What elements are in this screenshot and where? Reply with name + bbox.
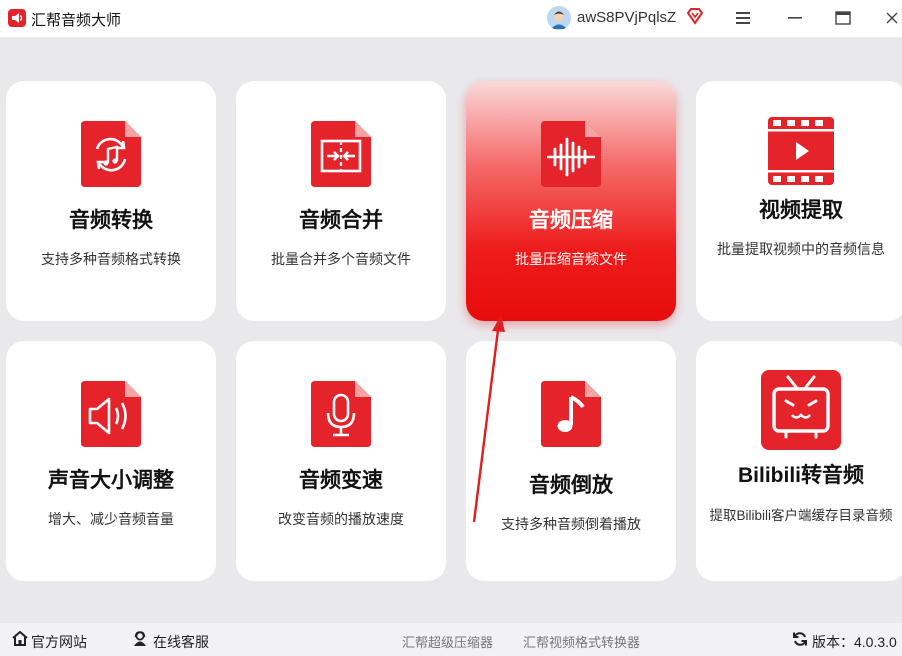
super-compressor-link[interactable]: 汇帮超级压缩器	[402, 632, 493, 651]
maximize-icon[interactable]	[831, 6, 855, 30]
card-desc: 批量合并多个音频文件	[271, 251, 411, 267]
card-desc: 批量压缩音频文件	[515, 251, 627, 267]
volume-icon	[79, 379, 143, 454]
card-video-extract[interactable]: 视频提取 批量提取视频中的音频信息	[696, 81, 902, 321]
user-name[interactable]: awS8PVjPqlsZ	[577, 9, 676, 26]
card-title: 音频变速	[299, 469, 383, 492]
card-audio-reverse[interactable]: 音频倒放 支持多种音频倒着播放	[466, 341, 676, 581]
card-title: 声音大小调整	[48, 469, 174, 492]
audio-convert-icon	[79, 119, 143, 194]
app-logo-icon	[8, 9, 26, 27]
menu-icon[interactable]	[731, 6, 755, 30]
card-desc: 改变音频的播放速度	[278, 511, 404, 527]
card-audio-speed[interactable]: 音频变速 改变音频的播放速度	[236, 341, 446, 581]
title-bar: 汇帮音频大师 awS8PVjPqlsZ	[0, 0, 902, 37]
bilibili-tv-icon	[760, 369, 842, 456]
card-title: 视频提取	[759, 199, 843, 222]
customer-service-icon[interactable]	[132, 631, 148, 652]
official-website-link[interactable]: 官方网站	[31, 632, 87, 652]
close-icon[interactable]	[880, 6, 902, 30]
card-title: 音频倒放	[529, 474, 613, 497]
card-title: 音频转换	[69, 209, 153, 232]
user-avatar[interactable]	[547, 6, 571, 30]
card-title: Bilibili转音频	[738, 464, 864, 487]
card-volume-adjust[interactable]: 声音大小调整 增大、减少音频音量	[6, 341, 216, 581]
audio-compress-icon	[539, 119, 603, 194]
card-title: 音频压缩	[529, 209, 613, 232]
card-bilibili-audio[interactable]: Bilibili转音频 提取Bilibili客户端缓存目录音频	[696, 341, 902, 581]
card-desc: 提取Bilibili客户端缓存目录音频	[709, 508, 893, 523]
card-title: 音频合并	[299, 209, 383, 232]
card-audio-merge[interactable]: 音频合并 批量合并多个音频文件	[236, 81, 446, 321]
card-desc: 支持多种音频格式转换	[41, 251, 181, 267]
audio-merge-icon	[309, 119, 373, 194]
online-service-link[interactable]: 在线客服	[153, 632, 209, 652]
footer-bar: 官方网站 在线客服 汇帮超级压缩器 汇帮视频格式转换器 版本：4.0.3.0	[0, 623, 902, 656]
card-desc: 支持多种音频倒着播放	[501, 516, 641, 532]
refresh-icon[interactable]	[792, 631, 808, 652]
video-extract-icon	[766, 115, 836, 192]
card-audio-convert[interactable]: 音频转换 支持多种音频格式转换	[6, 81, 216, 321]
card-audio-compress[interactable]: 音频压缩 批量压缩音频文件	[466, 81, 676, 321]
version-label: 版本：4.0.3.0	[812, 634, 897, 650]
music-note-icon	[539, 379, 603, 454]
home-icon[interactable]	[12, 630, 28, 651]
video-converter-link[interactable]: 汇帮视频格式转换器	[523, 632, 640, 651]
vip-diamond-icon[interactable]	[686, 7, 704, 30]
microphone-icon	[309, 379, 373, 454]
app-title: 汇帮音频大师	[31, 12, 122, 29]
card-desc: 增大、减少音频音量	[48, 511, 174, 527]
card-desc: 批量提取视频中的音频信息	[717, 241, 885, 257]
minimize-icon[interactable]	[783, 6, 807, 30]
